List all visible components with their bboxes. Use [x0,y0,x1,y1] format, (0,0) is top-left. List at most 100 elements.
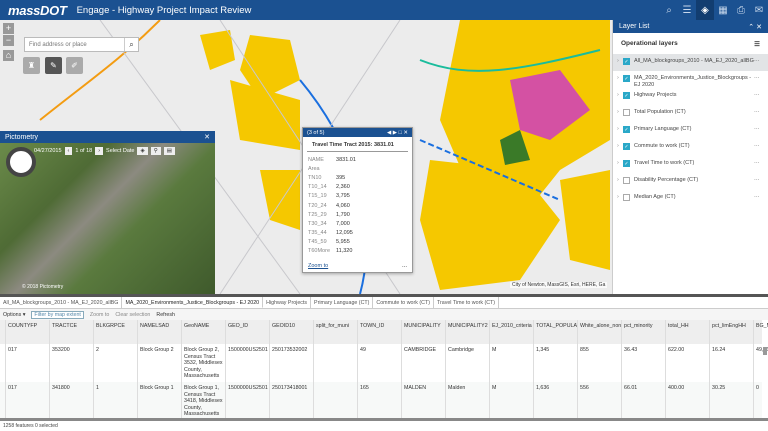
maximize-icon[interactable]: □ [399,130,402,136]
table-tab[interactable]: MA_2020_Environments_Justice_Blockgroups… [122,297,264,308]
column-header[interactable]: BG_MHHI [754,320,768,344]
next-image-button[interactable]: › [95,147,104,155]
layer-visibility-checkbox[interactable]: ✓ [623,75,630,82]
layer-item[interactable]: › ✓ Highway Projects ··· [613,88,768,105]
search-box[interactable]: Find address or place ⌕ [24,37,139,52]
layer-visibility-checkbox[interactable]: ✓ [623,92,630,99]
column-header[interactable]: GEOID10 [270,320,314,344]
options-menu[interactable]: Options ▾ [3,312,25,318]
layer-item[interactable]: › ✓ Primary Language (CT) ··· [613,122,768,139]
layer-visibility-checkbox[interactable] [623,194,630,201]
table-tab[interactable]: Travel Time to work (CT) [434,297,500,308]
layer-item[interactable]: › ✓ MA_2020_Environments_Justice_Blockgrou… [613,71,768,88]
layer-actions-icon[interactable]: ··· [754,126,764,132]
measure-tool-icon[interactable]: ✎ [45,57,62,74]
pin-icon[interactable]: ⚲ [150,147,161,155]
share-icon[interactable]: ✉ [750,0,768,20]
layer-visibility-checkbox[interactable]: ✓ [623,58,630,65]
clear-selection-button[interactable]: Clear selection [115,312,150,318]
layer-actions-icon[interactable]: ··· [754,92,764,98]
layer-list-panel: Layer List ⌃ ✕ Operational layers ☰ › ✓ All_… [612,20,768,294]
column-header[interactable]: total_HH [666,320,710,344]
next-feature-icon[interactable]: ▶ [393,130,397,136]
column-header[interactable]: pct_minority [622,320,666,344]
collapse-icon[interactable]: ⌃ [748,24,754,31]
layer-visibility-checkbox[interactable] [623,177,630,184]
layer-item[interactable]: › ✓ Commute to work (CT) ··· [613,139,768,156]
table-cell: 1,345 [534,344,578,382]
layer-visibility-checkbox[interactable]: ✓ [623,126,630,133]
table-row[interactable]: 017 341800 1 Block Group 1 Block Group 1, Ce… [0,382,762,420]
close-icon[interactable]: ✕ [756,24,762,31]
zoom-to-button[interactable]: Zoom to [90,312,109,318]
layer-item[interactable]: › Median Age (CT) ··· [613,190,768,207]
search-icon[interactable]: ⌕ [124,38,138,51]
layer-item[interactable]: › ✓ Travel Time to work (CT) ··· [613,156,768,173]
table-cell: 66.01 [622,382,666,420]
select-date-dropdown[interactable]: Select Date [106,148,134,154]
column-header[interactable]: GEO_ID [226,320,270,344]
column-header[interactable]: TOTAL_POPULAT [534,320,578,344]
draw-tool-icon[interactable]: ✐ [66,57,83,74]
layer-item[interactable]: › Total Population (CT) ··· [613,105,768,122]
table-cell: Block Group 1, Census Tract 3418, Middle… [182,382,226,420]
column-header[interactable]: MUNICIPALITY2 [446,320,490,344]
zoom-in-button[interactable]: + [3,23,14,34]
table-cell: Block Group 2, Census Tract 3532, Middle… [182,344,226,382]
layer-actions-icon[interactable]: ··· [754,109,764,115]
table-tab[interactable]: Commute to work (CT) [373,297,434,308]
close-icon[interactable]: ✕ [403,130,408,136]
layer-item[interactable]: › Disability Percentage (CT) ··· [613,173,768,190]
search-input[interactable]: Find address or place [25,42,124,48]
close-icon[interactable]: ✕ [204,133,210,141]
basemap-gallery-icon[interactable]: ▦ [714,0,732,20]
layer-actions-icon[interactable]: ··· [754,160,764,166]
layers-icon[interactable]: ◈ [696,0,714,20]
table-tab[interactable]: Highway Projects [263,297,312,308]
vertical-scrollbar[interactable] [763,347,767,355]
layer-actions-icon[interactable]: ··· [754,75,764,81]
legend-icon[interactable]: ☰ [678,0,696,20]
pdf-icon[interactable]: ▤ [163,147,175,155]
filter-by-extent-button[interactable]: Filter by map extent [31,310,84,319]
prev-image-button[interactable]: ‹ [64,147,73,155]
prev-feature-icon[interactable]: ◀ [387,130,391,136]
table-tab[interactable]: All_MA_blockgroups_2010 - MA_EJ_2020_all… [0,297,123,308]
more-actions-icon[interactable]: ... [402,263,407,269]
field-value [330,164,356,173]
print-icon[interactable]: ⎙ [732,0,750,20]
column-header[interactable]: White_alone_non [578,320,622,344]
column-header[interactable]: NAMELSAD [138,320,182,344]
layer-actions-icon[interactable]: ··· [754,58,764,64]
column-header[interactable]: split_for_muni [314,320,358,344]
layer-name: All_MA_blockgroups_2010 - MA_EJ_2020_all… [634,58,754,64]
operational-layers-heading: Operational layers [621,40,678,47]
zoom-to-link[interactable]: Zoom to [308,263,328,269]
layer-visibility-checkbox[interactable] [623,109,630,116]
column-header[interactable]: TOWN_ID [358,320,402,344]
table-tab[interactable]: Primary Language (CT) [311,297,374,308]
column-header[interactable]: MUNICIPALITY [402,320,446,344]
search-icon[interactable]: ⌕ [660,0,678,20]
compass-icon[interactable] [6,147,36,177]
column-header[interactable]: GeoNAME [182,320,226,344]
layer-visibility-checkbox[interactable]: ✓ [623,143,630,150]
column-header[interactable]: BLKGRPCE [94,320,138,344]
layer-visibility-checkbox[interactable]: ✓ [623,160,630,167]
table-row[interactable]: 017 353200 2 Block Group 2 Block Group 2, Ce… [0,344,768,382]
layer-actions-icon[interactable]: ··· [754,177,764,183]
column-header[interactable]: pct_limEngHH [710,320,754,344]
layer-options-icon[interactable]: ☰ [754,40,760,48]
layer-item[interactable]: › ✓ All_MA_blockgroups_2010 - MA_EJ_2020_a… [613,54,768,71]
zoom-out-button[interactable]: − [3,35,14,46]
column-header[interactable]: COUNTYFP [6,320,50,344]
column-header[interactable]: EJ_2010_criteria [490,320,534,344]
home-button[interactable]: ⌂ [3,50,14,61]
refresh-button[interactable]: Refresh [156,312,175,318]
pictometry-tool-icon[interactable]: ♜ [23,57,40,74]
column-header[interactable]: TRACTCE [50,320,94,344]
layer-actions-icon[interactable]: ··· [754,194,764,200]
layers-icon[interactable]: ◈ [137,147,148,155]
layer-actions-icon[interactable]: ··· [754,143,764,149]
table-cell: 855 [578,344,622,382]
